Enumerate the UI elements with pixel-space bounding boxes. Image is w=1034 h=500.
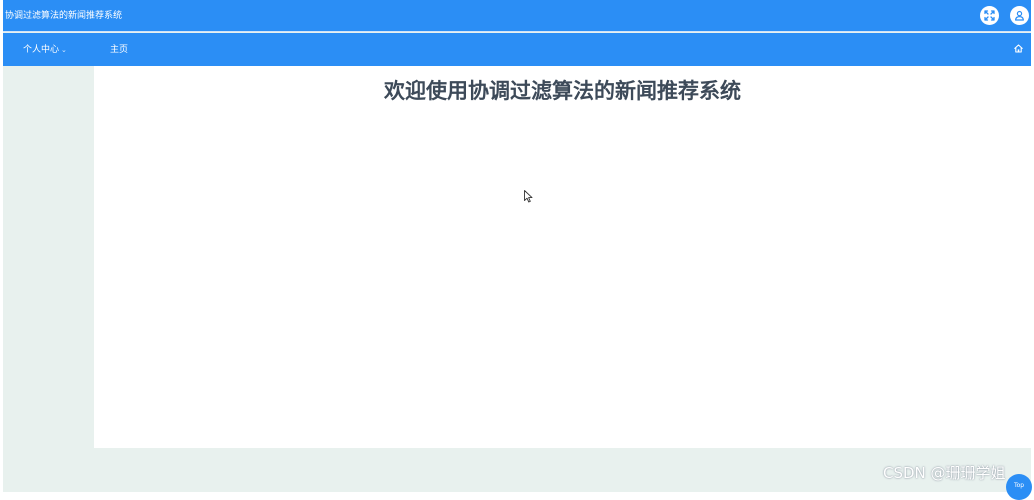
csdn-watermark: CSDN @珊珊学姐 <box>883 464 1006 482</box>
sidebar <box>3 66 94 448</box>
main-content: 欢迎使用协调过滤算法的新闻推荐系统 <box>94 66 1031 448</box>
top-header-bar: 协调过滤算法的新闻推荐系统 <box>3 0 1031 32</box>
app-frame: 协调过滤算法的新闻推荐系统 个人中心 ⌄ 主页 欢迎使用协调过滤算法的新闻推荐系统 <box>3 0 1032 500</box>
mouse-cursor-icon <box>524 190 533 203</box>
home-icon[interactable] <box>1014 44 1023 53</box>
fullscreen-button[interactable] <box>980 6 999 25</box>
nav-home-label: 主页 <box>110 45 129 55</box>
fullscreen-icon <box>984 10 995 21</box>
back-to-top-button[interactable]: Top <box>1006 474 1032 500</box>
user-menu-button[interactable] <box>1010 6 1029 25</box>
app-title: 协调过滤算法的新闻推荐系统 <box>5 11 123 21</box>
main-navbar: 个人中心 ⌄ 主页 <box>3 33 1031 66</box>
welcome-heading: 欢迎使用协调过滤算法的新闻推荐系统 <box>384 79 741 103</box>
chevron-down-icon: ⌄ <box>61 46 67 54</box>
back-to-top-label: Top <box>1013 482 1025 489</box>
nav-personal-center-label: 个人中心 <box>23 45 60 55</box>
nav-personal-center[interactable]: 个人中心 ⌄ <box>23 44 67 56</box>
nav-home[interactable]: 主页 <box>110 44 128 56</box>
user-icon <box>1015 10 1024 21</box>
